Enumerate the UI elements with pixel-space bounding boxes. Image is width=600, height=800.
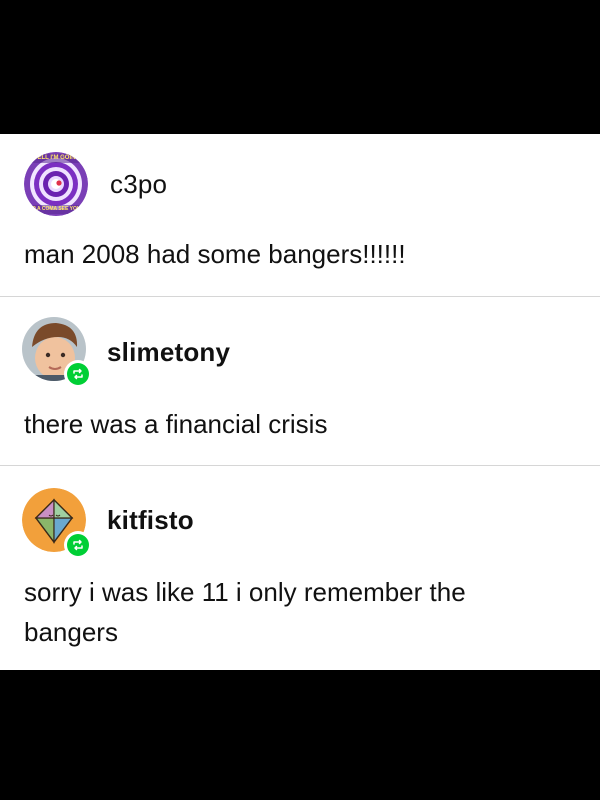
reblog-icon (73, 368, 83, 380)
post-c3po: WELL I'M GOING INTO A COMA SEE YOU LATER… (0, 134, 600, 296)
screenshot-frame: WELL I'M GOING INTO A COMA SEE YOU LATER… (0, 0, 600, 800)
reblog-icon (73, 539, 83, 551)
post-body-line-1: sorry i was like 11 i only remember the (24, 577, 466, 607)
avatar-caption-bottom: INTO A COMA SEE YOU LATER (24, 206, 88, 212)
post-slimetony: slimetony there was a financial crisis (0, 296, 600, 465)
username-slimetony[interactable]: slimetony (107, 337, 230, 368)
username-kitfisto[interactable]: kitfisto (107, 505, 194, 536)
post-body: there was a financial crisis (24, 409, 328, 439)
post-kitfisto: kitfisto sorry i was like 11 i only reme… (0, 465, 600, 670)
post-body: man 2008 had some bangers!!!!!! (24, 239, 406, 269)
post-thread: WELL I'M GOING INTO A COMA SEE YOU LATER… (0, 134, 600, 670)
post-body-line-2: bangers (24, 617, 118, 647)
username-c3po[interactable]: c3po (110, 169, 167, 200)
avatar-c3po[interactable]: WELL I'M GOING INTO A COMA SEE YOU LATER (24, 152, 88, 216)
avatar-caption-top: WELL I'M GOING (31, 155, 81, 161)
reblog-badge (64, 360, 92, 388)
reblog-badge (64, 531, 92, 559)
